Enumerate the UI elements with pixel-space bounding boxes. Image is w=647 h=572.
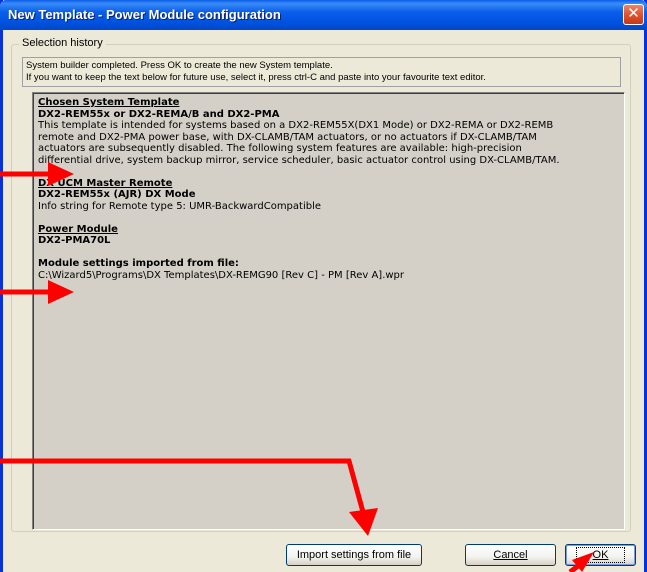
master-remote-name: DX2-REM55x (AJR) DX Mode	[38, 189, 196, 200]
cancel-button[interactable]: Cancel	[465, 544, 556, 566]
chosen-template-heading: Chosen System Template	[38, 97, 180, 108]
import-settings-button[interactable]: Import settings from file	[286, 544, 422, 566]
chosen-template-name: DX2-REM55x or DX2-REMA/B and DX2-PMA	[38, 108, 280, 120]
chosen-template-desc-3: actuators are subsequently disabled. The…	[38, 143, 522, 154]
info-line-1: System builder completed. Press OK to cr…	[26, 60, 333, 71]
history-text-area[interactable]: Chosen System Template DX2-REM55x or DX2…	[32, 92, 625, 530]
close-icon[interactable]: ✕	[623, 4, 644, 25]
ok-label: OK	[592, 549, 609, 561]
window-title: New Template - Power Module configuratio…	[8, 7, 281, 22]
info-line-2: If you want to keep the text below for f…	[26, 72, 486, 83]
power-module-heading: Power Module	[38, 223, 118, 235]
title-bar[interactable]: New Template - Power Module configuratio…	[0, 0, 647, 30]
chosen-template-desc-4: differential drive, system backup mirror…	[38, 154, 560, 166]
info-message: System builder completed. Press OK to cr…	[22, 57, 621, 87]
master-remote-heading: DX UCM Master Remote	[38, 177, 173, 189]
ok-button[interactable]: OK	[565, 544, 636, 566]
chosen-template-desc-2: remote and DX2-PMA power base, with DX-C…	[38, 131, 537, 143]
group-label: Selection history	[19, 37, 106, 49]
module-settings-heading: Module settings imported from file:	[38, 258, 239, 269]
chosen-template-desc-1: This template is intended for systems ba…	[38, 120, 554, 131]
cancel-label: Cancel	[493, 549, 528, 561]
power-module-name: DX2-PMA70L	[38, 235, 111, 246]
master-remote-info: Info string for Remote type 5: UMR-Backw…	[38, 200, 322, 212]
module-settings-path: C:\Wizard5\Programs\DX Templates\DX-REMG…	[38, 269, 405, 281]
